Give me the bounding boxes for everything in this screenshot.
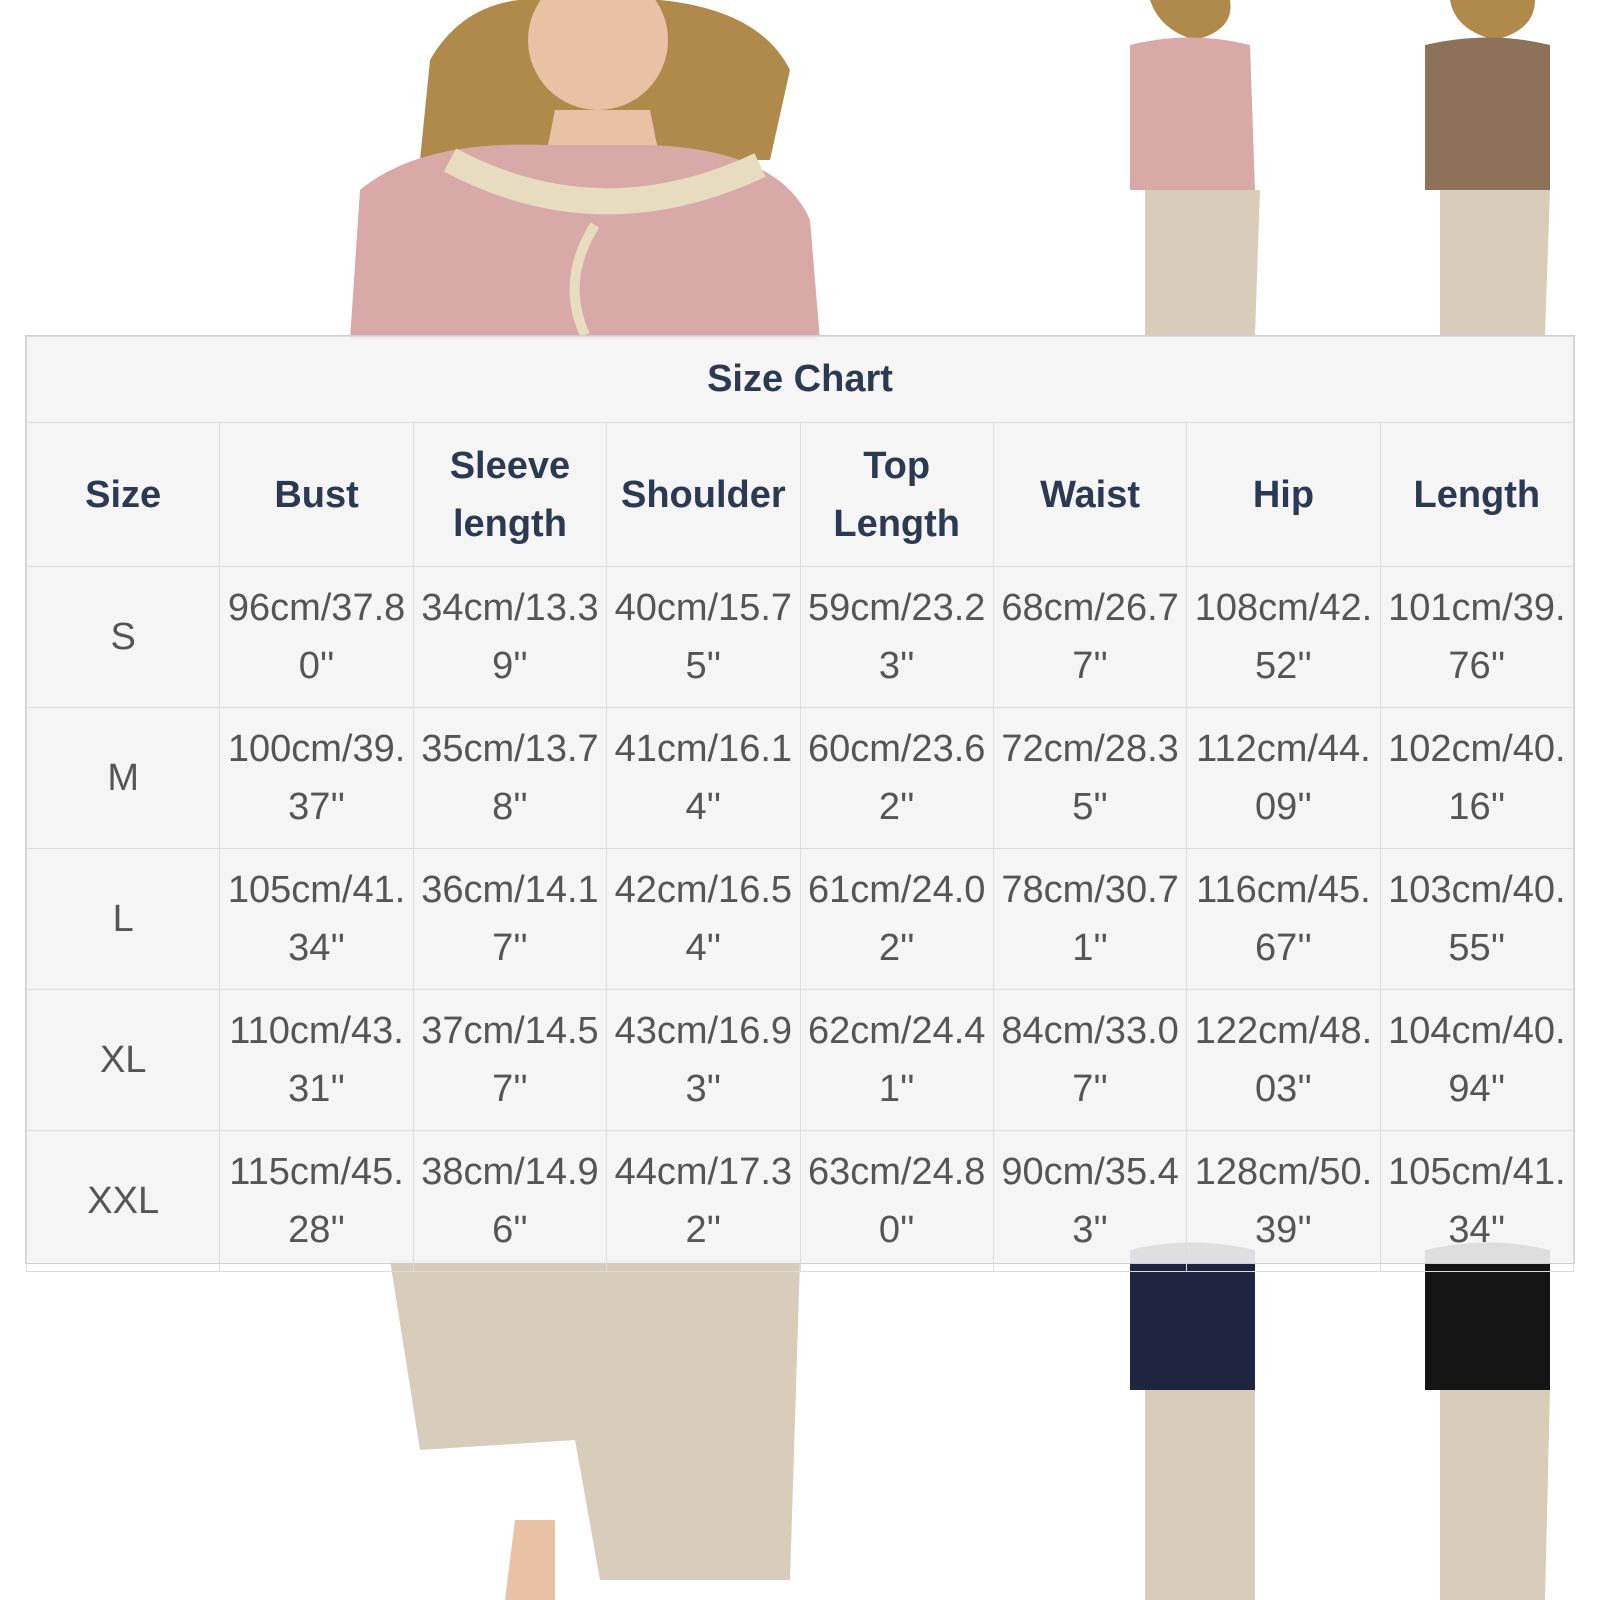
header-row: Size Bust Sleeve length Shoulder Top Len… [25, 422, 1575, 567]
measurement-cell: 61cm/24.02'' [799, 848, 994, 990]
measurement-cell: 115cm/45.28'' [219, 1130, 414, 1272]
thumbnail-black-bottom [1425, 1242, 1550, 1600]
table-title: Size Chart [26, 336, 1574, 423]
table-row: S 96cm/37.80'' 34cm/13.39'' 40cm/15.75'' 59c… [25, 566, 1575, 708]
measurement-cell: 63cm/24.80'' [799, 1130, 994, 1272]
column-header: Waist [992, 422, 1188, 567]
thumbnail-navy-bottom [1130, 1242, 1255, 1600]
measurement-cell: 103cm/40.55'' [1379, 848, 1575, 990]
thumbnail-brown-top [1425, 0, 1550, 335]
measurement-cell: 90cm/35.43'' [992, 1130, 1188, 1272]
measurement-cell: 84cm/33.07'' [992, 989, 1188, 1131]
column-header: Shoulder [606, 422, 801, 567]
measurement-cell: 43cm/16.93'' [606, 989, 801, 1131]
column-header: Hip [1186, 422, 1381, 567]
measurement-cell: 59cm/23.23'' [799, 566, 994, 708]
column-header: Sleeve length [412, 422, 608, 567]
measurement-cell: 101cm/39.76'' [1379, 566, 1575, 708]
measurement-cell: 105cm/41.34'' [1379, 1130, 1575, 1272]
measurement-cell: 112cm/44.09'' [1186, 707, 1381, 849]
measurement-cell: 105cm/41.34'' [219, 848, 414, 990]
table-row: L 105cm/41.34'' 36cm/14.17'' 42cm/16.54'' 61… [25, 848, 1575, 990]
measurement-cell: 34cm/13.39'' [412, 566, 608, 708]
measurement-cell: 40cm/15.75'' [606, 566, 801, 708]
table-row: XXL 115cm/45.28'' 38cm/14.96'' 44cm/17.32''… [25, 1130, 1575, 1272]
measurement-cell: 37cm/14.57'' [412, 989, 608, 1131]
measurement-cell: 60cm/23.62'' [799, 707, 994, 849]
size-cell: L [25, 848, 221, 990]
measurement-cell: 108cm/42.52'' [1186, 566, 1381, 708]
size-cell: XL [25, 989, 221, 1131]
measurement-cell: 42cm/16.54'' [606, 848, 801, 990]
thumbnail-pink-top [1130, 0, 1260, 335]
measurement-cell: 104cm/40.94'' [1379, 989, 1575, 1131]
table-row: XL 110cm/43.31'' 37cm/14.57'' 43cm/16.93'' 6… [25, 989, 1575, 1131]
measurement-cell: 100cm/39.37'' [219, 707, 414, 849]
column-header: Bust [219, 422, 414, 567]
measurement-cell: 41cm/16.14'' [606, 707, 801, 849]
measurement-cell: 128cm/50.39'' [1186, 1130, 1381, 1272]
size-cell: S [25, 566, 221, 708]
measurement-cell: 44cm/17.32'' [606, 1130, 801, 1272]
measurement-cell: 72cm/28.35'' [992, 707, 1188, 849]
measurement-cell: 35cm/13.78'' [412, 707, 608, 849]
measurement-cell: 68cm/26.77'' [992, 566, 1188, 708]
column-header: Size [25, 422, 221, 567]
column-header: Top Length [799, 422, 994, 567]
measurement-cell: 36cm/14.17'' [412, 848, 608, 990]
measurement-cell: 38cm/14.96'' [412, 1130, 608, 1272]
measurement-cell: 116cm/45.67'' [1186, 848, 1381, 990]
size-cell: XXL [25, 1130, 221, 1272]
table-row: M 100cm/39.37'' 35cm/13.78'' 41cm/16.14'' 60… [25, 707, 1575, 849]
size-chart-table: Size Chart Size Bust Sleeve length Shoul… [25, 335, 1575, 1272]
measurement-cell: 102cm/40.16'' [1379, 707, 1575, 849]
measurement-cell: 110cm/43.31'' [219, 989, 414, 1131]
measurement-cell: 96cm/37.80'' [219, 566, 414, 708]
measurement-cell: 122cm/48.03'' [1186, 989, 1381, 1131]
column-header: Length [1379, 422, 1575, 567]
measurement-cell: 62cm/24.41'' [799, 989, 994, 1131]
size-cell: M [25, 707, 221, 849]
measurement-cell: 78cm/30.71'' [992, 848, 1188, 990]
